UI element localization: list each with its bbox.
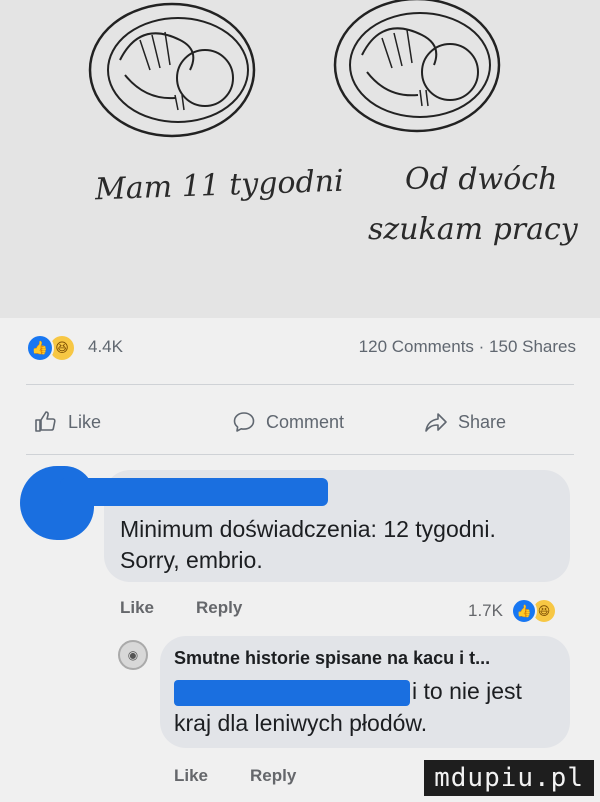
comment-button[interactable]: Comment: [232, 410, 344, 434]
reply-reply-link[interactable]: Reply: [250, 766, 296, 786]
comment-reply-link[interactable]: Reply: [196, 598, 242, 618]
post-actions: Like Comment Share: [26, 404, 574, 444]
share-button[interactable]: Share: [424, 410, 506, 434]
like-button[interactable]: Like: [34, 410, 101, 434]
reply-like-link[interactable]: Like: [174, 766, 208, 786]
site-watermark: mdupiu.pl: [424, 760, 594, 796]
comment-like-link[interactable]: Like: [120, 598, 154, 618]
reply-text-line: kraj dla leniwych płodów.: [174, 710, 428, 736]
divider: [26, 384, 574, 385]
share-arrow-icon: [425, 413, 447, 432]
like-icon: 👍: [26, 334, 54, 362]
reply-meta: Like Reply: [174, 766, 296, 786]
fetus-drawing-left: [88, 2, 256, 138]
reply-text-redacted: [174, 680, 410, 706]
like-icon: 👍: [510, 598, 537, 624]
reply-text-line: i to nie jest: [412, 678, 522, 704]
reply-author-name[interactable]: Smutne historie spisane na kacu i t...: [174, 648, 490, 669]
reaction-count[interactable]: 4.4K: [88, 337, 123, 357]
comment-label: Comment: [266, 411, 345, 432]
comment-line: Minimum doświadczenia: 12 tygodni.: [120, 516, 496, 542]
share-label: Share: [458, 411, 507, 432]
fetus-drawing-right: [333, 0, 501, 133]
caption-right-line2: szukam pracy: [368, 212, 578, 247]
comment-reactions[interactable]: 1.7K 👍 😆: [468, 598, 557, 624]
comment-meta: Like Reply: [120, 598, 242, 618]
meme-drawing: Mam 11 tygodni Od dwóch szukam pracy: [0, 0, 600, 318]
comment-line: Sorry, embrio.: [120, 547, 263, 573]
caption-left: Mam 11 tygodni: [94, 163, 345, 208]
facebook-post: 👍 😆 4.4K 120 Comments · 150 Shares Like …: [0, 318, 600, 802]
thumbs-up-icon: [35, 411, 56, 432]
post-stats: 👍 😆 4.4K 120 Comments · 150 Shares: [26, 334, 576, 362]
caption-right-line1: Od dwóch: [405, 162, 558, 197]
comment-reaction-count: 1.7K: [468, 601, 503, 620]
comment-icon: [233, 412, 255, 432]
reply-avatar[interactable]: ◉: [118, 640, 148, 670]
comments-shares-count[interactable]: 120 Comments · 150 Shares: [359, 337, 576, 357]
like-label: Like: [68, 411, 102, 432]
divider: [26, 454, 574, 455]
comment-text: Minimum doświadczenia: 12 tygodni. Sorry…: [120, 514, 560, 576]
author-name-redacted: [60, 478, 328, 506]
reaction-icons[interactable]: 👍 😆: [26, 334, 76, 362]
